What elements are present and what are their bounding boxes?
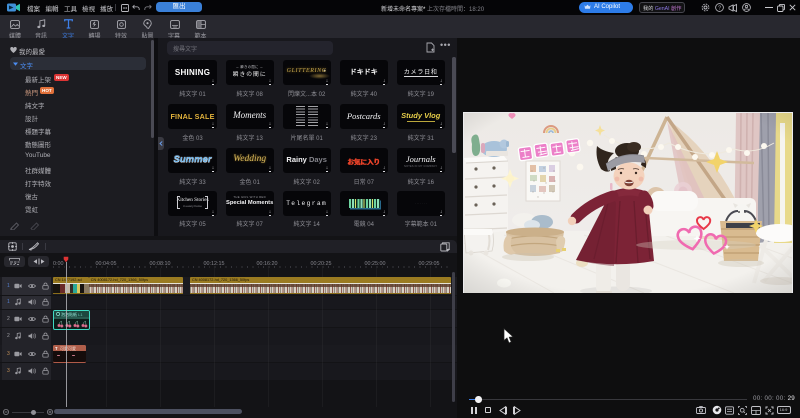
- svg-text:?: ?: [717, 5, 720, 11]
